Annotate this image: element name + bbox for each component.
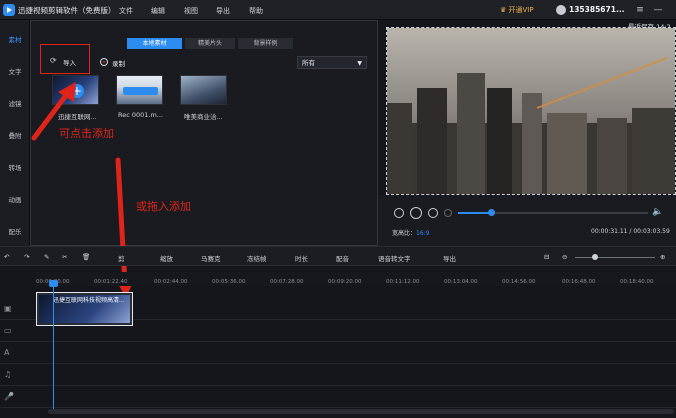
edit-toolbar: ↶ ↷ ✎ ✂ 🗑 剪 缩放 马赛克 冻结帧 时长 配音 语音转文字 导出 ⊟ … <box>0 246 676 266</box>
tick-label: 00:05:36.00 <box>212 279 246 285</box>
audio-track-icon[interactable]: 🎤 <box>4 392 14 401</box>
play-icon[interactable] <box>410 207 422 219</box>
tool-mosaic[interactable]: 马赛克 <box>201 253 221 263</box>
video-track-icon[interactable]: ▣ <box>4 304 12 313</box>
tool-crop[interactable]: 剪 <box>118 253 125 263</box>
ratio-label: 宽高比： <box>392 230 417 237</box>
tool-zoom[interactable]: 缩放 <box>160 253 173 263</box>
tick-label: 00:02:44.00 <box>154 279 188 285</box>
zoom-out-icon[interactable]: ⊖ <box>562 253 567 261</box>
edit-icon[interactable]: ✎ <box>44 253 49 261</box>
tool-freeze[interactable]: 冻结帧 <box>247 253 267 263</box>
playhead-handle[interactable] <box>49 280 58 287</box>
tick-label: 00:14:56.00 <box>502 279 536 285</box>
annotation-drag-add: 或拖入添加 <box>136 200 191 213</box>
prev-icon[interactable] <box>394 208 404 218</box>
track-header-image: ▭ <box>0 320 36 342</box>
track-text[interactable] <box>36 342 676 364</box>
city-scene <box>387 28 675 194</box>
progress-fill <box>458 212 492 214</box>
undo-icon[interactable]: ↶ <box>4 253 9 261</box>
timeline-scrollbar[interactable] <box>48 409 674 414</box>
timeline-clip[interactable]: 迅捷互联网科技视频高清... <box>36 292 133 326</box>
annotation-click-add: 可点击添加 <box>59 127 114 140</box>
tick-label: 00:07:28.00 <box>270 279 304 285</box>
cut-icon[interactable]: ✂ <box>62 253 67 261</box>
tool-duration[interactable]: 时长 <box>295 253 308 263</box>
tool-dub[interactable]: 配音 <box>336 253 349 263</box>
clip-label: 迅捷互联网科技视频高清... <box>53 297 125 304</box>
music-track-icon[interactable]: ♫ <box>4 370 11 379</box>
track-header-text: A <box>0 342 36 364</box>
tool-speech-to-text[interactable]: 语音转文字 <box>378 253 411 263</box>
tick-label: 00:18:40.00 <box>620 279 654 285</box>
next-icon[interactable] <box>428 208 438 218</box>
track-music[interactable] <box>36 364 676 386</box>
progress-handle[interactable] <box>488 209 495 216</box>
zoom-handle[interactable] <box>592 254 598 260</box>
tick-label: 00:16:48.00 <box>562 279 596 285</box>
playhead[interactable] <box>53 282 54 412</box>
tick-label: 00:01:22.40 <box>94 279 128 285</box>
tick-label: 00:09:20.00 <box>328 279 362 285</box>
tick-label: 00:13:04.00 <box>444 279 478 285</box>
track-audio[interactable] <box>36 386 676 408</box>
text-track-icon[interactable]: A <box>4 348 9 357</box>
timeline-ruler[interactable]: 00:00:00.00 00:01:22.40 00:02:44.00 00:0… <box>36 272 676 286</box>
ratio-value: 16:9 <box>416 230 430 237</box>
track-header-video: ▣ <box>0 298 36 320</box>
ratio-block[interactable]: 宽高比：16:9 <box>392 228 430 237</box>
video-preview <box>386 27 676 195</box>
image-track-icon[interactable]: ▭ <box>4 326 12 335</box>
track-header-music: ♫ <box>0 364 36 386</box>
stop-icon[interactable] <box>444 209 452 217</box>
delete-icon[interactable]: 🗑 <box>82 253 90 261</box>
zoom-slider[interactable] <box>575 257 655 258</box>
zoom-in-icon[interactable]: ⊕ <box>660 253 665 261</box>
time-display: 00:00:31.11 / 00:03:03.59 <box>591 228 670 235</box>
tool-export[interactable]: 导出 <box>443 253 456 263</box>
tick-label: 00:11:12.00 <box>386 279 420 285</box>
volume-icon[interactable]: 🔈 <box>652 207 663 217</box>
player-controls: 🔈 宽高比：16:9 00:00:31.11 / 00:03:03.59 <box>378 195 676 246</box>
redo-icon[interactable]: ↷ <box>24 253 29 261</box>
track-header-audio: 🎤 <box>0 386 36 408</box>
fit-icon[interactable]: ⊟ <box>544 253 549 261</box>
